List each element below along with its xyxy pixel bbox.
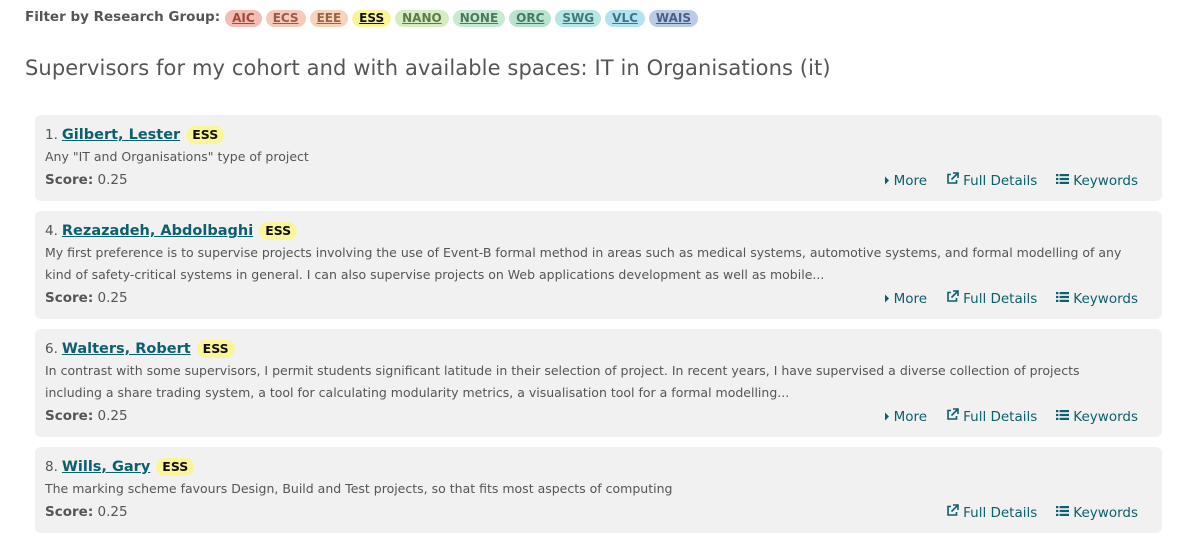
supervisor-number: 6. <box>45 341 58 357</box>
keywords-link[interactable]: Keywords <box>1056 505 1138 521</box>
filter-chip-ecs[interactable]: ECS <box>265 10 306 27</box>
filter-chip-nano[interactable]: NANO <box>395 10 449 27</box>
research-group-badge: ESS <box>259 222 298 240</box>
score-label: Score: <box>45 408 94 424</box>
research-group-badge: ESS <box>196 340 235 358</box>
list-icon <box>1056 291 1073 307</box>
score-value: 0.25 <box>97 504 128 520</box>
supervisor-name-link[interactable]: Walters, Robert <box>62 341 191 357</box>
supervisor-description: My first preference is to supervise proj… <box>45 245 1122 282</box>
external-link-icon <box>946 504 963 521</box>
score: Score: 0.25 <box>45 504 128 520</box>
research-group-badge: ESS <box>156 458 195 476</box>
supervisor-description: In contrast with some supervisors, I per… <box>45 363 1080 400</box>
full-details-link[interactable]: Full Details <box>946 172 1037 189</box>
list-icon <box>1056 409 1073 425</box>
supervisor-actions: More Full Details Keywords <box>865 172 1138 189</box>
more-link[interactable]: More <box>884 291 927 307</box>
supervisor-number: 8. <box>45 459 58 475</box>
score-label: Score: <box>45 290 94 306</box>
filter-chip-swg[interactable]: SWG <box>555 10 602 27</box>
supervisor-actions: More Full Details Keywords <box>865 290 1138 307</box>
research-group-badge: ESS <box>186 126 225 144</box>
score: Score: 0.25 <box>45 172 128 188</box>
full-details-link[interactable]: Full Details <box>946 504 1037 521</box>
keywords-link[interactable]: Keywords <box>1056 409 1138 425</box>
external-link-icon <box>946 408 963 425</box>
research-group-filter: Filter by Research Group: AIC ECS EEE ESS NA… <box>25 7 702 27</box>
score: Score: 0.25 <box>45 408 128 424</box>
filter-label: Filter by Research Group: <box>25 9 221 25</box>
supervisor-description: The marking scheme favours Design, Build… <box>45 481 673 496</box>
score-label: Score: <box>45 172 94 188</box>
keywords-link[interactable]: Keywords <box>1056 291 1138 307</box>
external-link-icon <box>946 290 963 307</box>
supervisor-title-row: 8. Wills, Gary ESS <box>45 458 195 476</box>
supervisor-title-row: 6. Walters, Robert ESS <box>45 340 235 358</box>
list-icon <box>1056 173 1073 189</box>
filter-chip-aic[interactable]: AIC <box>225 10 262 27</box>
supervisor-card: 8. Wills, Gary ESS The marking scheme favou… <box>35 447 1162 533</box>
supervisor-actions: Full Details Keywords <box>927 504 1138 521</box>
supervisor-actions: More Full Details Keywords <box>865 408 1138 425</box>
full-details-link[interactable]: Full Details <box>946 290 1037 307</box>
supervisor-description: Any "IT and Organisations" type of proje… <box>45 149 309 164</box>
filter-chip-ess[interactable]: ESS <box>352 10 392 27</box>
caret-right-icon <box>884 409 894 425</box>
full-details-link[interactable]: Full Details <box>946 408 1037 425</box>
supervisor-name-link[interactable]: Gilbert, Lester <box>62 127 180 143</box>
score: Score: 0.25 <box>45 290 128 306</box>
supervisor-number: 4. <box>45 223 58 239</box>
supervisor-title-row: 1. Gilbert, Lester ESS <box>45 126 225 144</box>
score-label: Score: <box>45 504 94 520</box>
supervisor-card: 4. Rezazadeh, Abdolbaghi ESS My first prefe… <box>35 211 1162 319</box>
supervisor-card: 1. Gilbert, Lester ESS Any "IT and Organisa… <box>35 115 1162 201</box>
filter-chips: AIC ECS EEE ESS NANO NONE ORC SWG VLC WAIS <box>225 7 702 27</box>
keywords-link[interactable]: Keywords <box>1056 173 1138 189</box>
filter-chip-eee[interactable]: EEE <box>309 10 349 27</box>
supervisor-number: 1. <box>45 127 58 143</box>
filter-chip-vlc[interactable]: VLC <box>605 10 645 27</box>
external-link-icon <box>946 172 963 189</box>
supervisor-name-link[interactable]: Rezazadeh, Abdolbaghi <box>62 223 253 239</box>
supervisor-title-row: 4. Rezazadeh, Abdolbaghi ESS <box>45 222 298 240</box>
caret-right-icon <box>884 291 894 307</box>
caret-right-icon <box>884 173 894 189</box>
page-title: Supervisors for my cohort and with avail… <box>25 56 831 80</box>
filter-chip-orc[interactable]: ORC <box>509 10 552 27</box>
score-value: 0.25 <box>97 408 128 424</box>
supervisor-card: 6. Walters, Robert ESS In contrast with som… <box>35 329 1162 437</box>
list-icon <box>1056 505 1073 521</box>
score-value: 0.25 <box>97 172 128 188</box>
supervisor-name-link[interactable]: Wills, Gary <box>62 459 150 475</box>
score-value: 0.25 <box>97 290 128 306</box>
filter-chip-wais[interactable]: WAIS <box>648 10 698 27</box>
more-link[interactable]: More <box>884 409 927 425</box>
filter-chip-none[interactable]: NONE <box>452 10 506 27</box>
more-link[interactable]: More <box>884 173 927 189</box>
